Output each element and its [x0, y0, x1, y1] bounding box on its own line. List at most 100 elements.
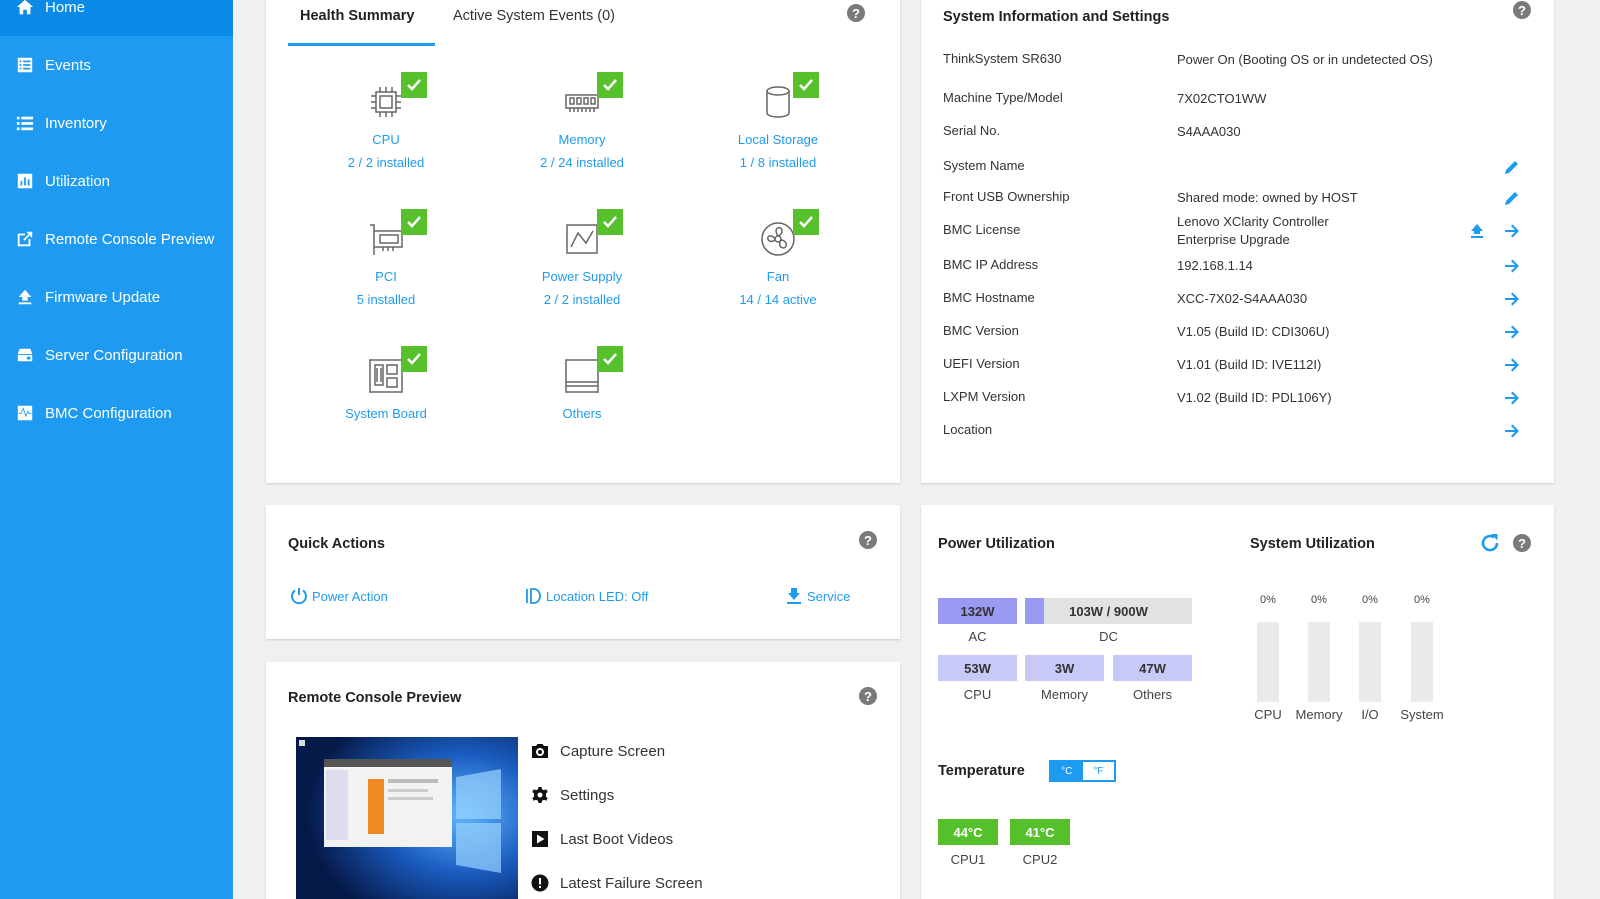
home-icon — [15, 0, 35, 17]
util-system-pct: 0% — [1414, 594, 1430, 606]
chart-icon — [15, 171, 35, 191]
quick-actions-card: Quick Actions ? Power Action Location LE… — [266, 505, 900, 639]
help-icon[interactable]: ? — [859, 687, 877, 705]
health-fan[interactable]: Fan 14 / 14 active — [703, 209, 853, 329]
power-others-box: 47W — [1113, 655, 1192, 681]
refresh-icon[interactable] — [1479, 532, 1501, 554]
settings-button[interactable]: Settings — [530, 785, 614, 805]
remote-console-thumbnail[interactable] — [296, 737, 518, 899]
scrollbar[interactable] — [1586, 0, 1600, 899]
unit-fahrenheit-button[interactable]: °F — [1082, 762, 1114, 780]
sidebar-item-label: BMC Configuration — [45, 404, 172, 422]
health-others[interactable]: Others — [507, 346, 657, 466]
tab-active-system-events[interactable]: Active System Events (0) — [453, 8, 615, 24]
si-value: V1.01 (Build ID: IVE112I) — [1177, 357, 1322, 372]
events-icon — [15, 55, 35, 75]
help-icon[interactable]: ? — [1513, 1, 1531, 19]
si-label: ThinkSystem SR630 — [943, 51, 1062, 66]
component-name: Others — [562, 406, 602, 421]
id-icon — [526, 588, 541, 604]
sidebar-item-label: Home — [45, 0, 86, 16]
storage-icon — [758, 82, 798, 122]
service-label: Service — [807, 588, 851, 604]
upload-icon[interactable] — [1467, 221, 1487, 241]
health-system-board[interactable]: System Board — [311, 346, 461, 466]
power-dc-label: DC — [1099, 629, 1118, 644]
si-label: BMC Hostname — [943, 290, 1035, 305]
power-cpu-box: 53W — [938, 655, 1017, 681]
arrow-right-icon[interactable] — [1502, 421, 1522, 441]
ok-check-icon — [401, 72, 427, 98]
si-label: UEFI Version — [943, 356, 1020, 371]
card-title: System Information and Settings — [943, 9, 1170, 25]
arrow-right-icon[interactable] — [1502, 388, 1522, 408]
ok-check-icon — [597, 209, 623, 235]
sidebar-item-label: Firmware Update — [45, 288, 161, 306]
si-label: LXPM Version — [943, 389, 1026, 404]
edit-icon[interactable] — [1502, 188, 1522, 208]
sidebar-item-bmc-configuration[interactable]: BMC Configuration — [0, 384, 233, 442]
health-pci[interactable]: PCI 5 installed — [311, 209, 461, 329]
power-icon — [291, 588, 307, 605]
arrow-right-icon[interactable] — [1502, 289, 1522, 309]
play-icon — [530, 829, 550, 849]
temp-cpu1-label: CPU1 — [950, 852, 986, 867]
capture-screen-label: Capture Screen — [560, 742, 666, 760]
power-action-button[interactable]: Power Action — [290, 587, 388, 605]
help-icon[interactable]: ? — [859, 531, 877, 549]
component-count: 2 / 2 installed — [543, 292, 621, 307]
health-memory[interactable]: Memory 2 / 24 installed — [507, 72, 657, 192]
power-dc-value: 103W / 900W — [1069, 603, 1148, 619]
power-action-label: Power Action — [312, 588, 388, 604]
system-info-card: System Information and Settings ? ThinkS… — [921, 0, 1554, 483]
power-utilization-title: Power Utilization — [938, 536, 1055, 552]
util-memory-bar — [1308, 622, 1330, 702]
help-icon[interactable]: ? — [1513, 534, 1531, 552]
component-name: PCI — [375, 269, 397, 284]
power-ac-box: 132W — [938, 598, 1017, 624]
si-label: Location — [943, 422, 993, 437]
si-label: BMC Version — [943, 323, 1019, 338]
location-led-button[interactable]: Location LED: Off — [524, 587, 648, 605]
service-button[interactable]: Service — [785, 587, 850, 605]
cpu-icon — [366, 82, 406, 122]
system-utilization-title: System Utilization — [1250, 536, 1375, 552]
temp-cpu2-label: CPU2 — [1022, 852, 1058, 867]
sidebar-item-server-configuration[interactable]: Server Configuration — [0, 326, 233, 384]
edit-icon[interactable] — [1502, 157, 1522, 177]
sidebar-item-inventory[interactable]: Inventory — [0, 94, 233, 152]
sidebar-item-home[interactable]: Home — [0, 0, 233, 36]
server-icon — [15, 345, 35, 365]
sidebar-item-remote-console[interactable]: Remote Console Preview — [0, 210, 233, 268]
component-count: 2 / 24 installed — [540, 155, 624, 170]
sidebar: Home Events Inventory Utilization Remote… — [0, 0, 233, 899]
si-label: BMC License — [943, 222, 1021, 237]
last-boot-videos-button[interactable]: Last Boot Videos — [530, 829, 673, 849]
arrow-right-icon[interactable] — [1502, 256, 1522, 276]
arrow-right-icon[interactable] — [1502, 355, 1522, 375]
location-led-label: Location LED: Off — [546, 588, 649, 604]
temperature-title: Temperature — [938, 763, 1025, 779]
latest-failure-screen-button[interactable]: Latest Failure Screen — [530, 873, 703, 893]
component-name: Power Supply — [541, 269, 623, 284]
si-label: Machine Type/Model — [943, 90, 1063, 105]
help-icon[interactable]: ? — [847, 4, 865, 22]
temperature-unit-toggle: °C °F — [1049, 760, 1116, 782]
tab-health-summary[interactable]: Health Summary — [300, 8, 414, 24]
arrow-right-icon[interactable] — [1502, 322, 1522, 342]
unit-celsius-button[interactable]: °C — [1051, 762, 1083, 780]
sidebar-item-events[interactable]: Events — [0, 36, 233, 94]
health-power-supply[interactable]: Power Supply 2 / 2 installed — [507, 209, 657, 329]
sidebar-item-utilization[interactable]: Utilization — [0, 152, 233, 210]
last-boot-videos-label: Last Boot Videos — [560, 830, 674, 848]
ok-check-icon — [793, 72, 819, 98]
si-value: Power On (Booting OS or in undetected OS… — [1177, 52, 1433, 67]
power-ac-label: AC — [968, 629, 987, 644]
arrow-right-icon[interactable] — [1502, 221, 1522, 241]
health-cpu[interactable]: CPU 2 / 2 installed — [311, 72, 461, 192]
sidebar-item-firmware-update[interactable]: Firmware Update — [0, 268, 233, 326]
pulse-icon — [15, 403, 35, 423]
health-local-storage[interactable]: Local Storage 1 / 8 installed — [703, 72, 853, 192]
capture-screen-button[interactable]: Capture Screen — [530, 741, 665, 761]
power-dc-bar: 103W / 900W — [1025, 598, 1192, 624]
